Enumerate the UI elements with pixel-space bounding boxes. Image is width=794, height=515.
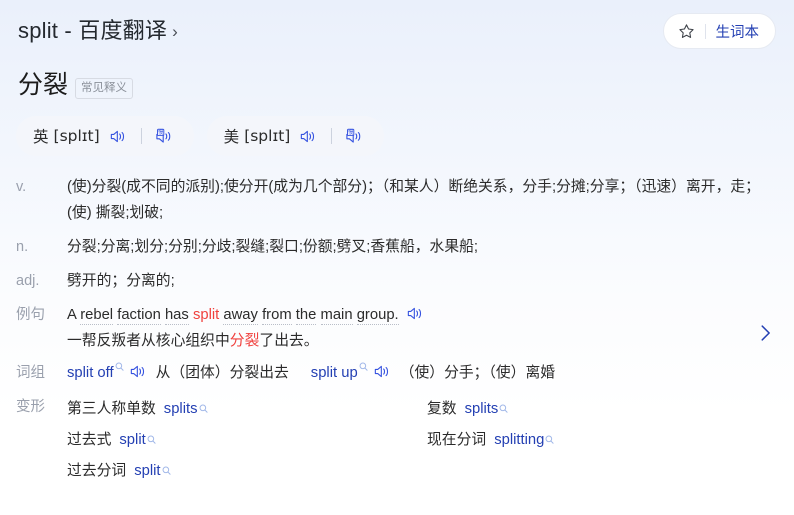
inflection-name: 现在分词 [427,432,487,448]
entry-body: v. (使)分裂(成不同的派别);使分开(成为几个部分)；（和某人）断绝关系，分… [16,174,778,489]
example-word: away [223,307,258,325]
example-word: main [320,307,353,325]
definition-row-adj: adj. 劈开的；分离的; [16,268,778,294]
chevron-right-icon: › [172,22,178,41]
inflection-name: 第三人称单数 [67,401,156,417]
vocab-button-divider [704,23,706,39]
search-icon[interactable] [162,466,171,475]
definition-text-v: (使)分裂(成不同的派别);使分开(成为几个部分)；（和某人）断绝关系，分手;分… [67,179,760,221]
example-word: the [295,307,317,325]
example-cn-highlight: 分裂 [229,333,260,349]
definition-text-adj: 劈开的；分离的; [67,273,175,289]
common-meaning-badge: 常见释义 [75,78,134,99]
headword-row: 分裂 常见释义 [18,70,134,101]
pos-label-adj: adj. [16,273,40,289]
slow-speaker-icon[interactable]: 慢 [345,127,367,146]
example-row: 例句 A rebel faction has split away from t… [16,302,778,354]
phonetic-pill-us[interactable]: 美 [splɪt] 慢 [206,116,385,156]
phonetic-ipa-us: [splɪt] [244,127,291,145]
speaker-icon[interactable] [129,363,148,380]
example-label: 例句 [16,307,45,323]
phonetic-lang-uk: 英 [33,129,49,146]
inflection-value[interactable]: split [134,456,160,487]
inflections-row: 变形 第三人称单数 splits 复数 splits 过去式 split 现在分词 split… [16,394,778,487]
phrase-meaning-split-off: 从（团体）分裂出去 [155,365,289,381]
speaker-icon[interactable] [299,128,318,145]
baidu-translate-result-card: split - 百度翻译 › 生词本 分裂 常见释义 英 [splɪt] 慢 美… [0,0,794,515]
search-icon[interactable] [359,362,368,371]
inflection-line: 过去式 split 现在分词 splitting [67,425,778,456]
search-icon[interactable] [147,435,156,444]
example-word: split [192,307,220,323]
search-icon[interactable] [545,435,554,444]
example-cn-after: 了出去。 [259,333,319,349]
definition-row-n: n. 分裂;分离;划分;分别;分歧;裂缝;裂口;份额;劈叉;香蕉船，水果船; [16,234,778,260]
phrases-row: 词组 split off 从（团体）分裂出去 split up （使）分手；（使… [16,360,778,386]
phrases-line: split off 从（团体）分裂出去 split up （使）分手；（使）离婚 [67,360,778,386]
phonetic-lang-us: 美 [223,129,240,146]
inflection-value[interactable]: splits [465,394,499,425]
inflections-label: 变形 [16,399,45,415]
search-icon[interactable] [115,362,124,371]
inflections-grid: 第三人称单数 splits 复数 splits 过去式 split 现在分词 splittin… [67,394,778,487]
speaker-icon[interactable] [406,305,425,322]
inflection-name: 过去式 [67,432,112,448]
phonetic-pill-uk[interactable]: 英 [splɪt] 慢 [16,116,194,156]
phonetic-divider-us [331,128,333,144]
inflection-value[interactable]: splits [164,394,198,425]
example-word: from [262,307,292,325]
headword-text: 分裂 [18,71,69,99]
search-icon[interactable] [199,404,208,413]
phrase-term-split-off[interactable]: split off [67,365,114,381]
definition-row-v: v. (使)分裂(成不同的派别);使分开(成为几个部分)；（和某人）断绝关系，分… [16,174,778,226]
phrase-meaning-split-up: （使）分手；（使）离婚 [399,365,556,381]
inflection-name: 过去分词 [67,463,127,479]
page-title[interactable]: split - 百度翻译 › [18,16,178,48]
example-word: faction [117,307,161,325]
inflection-cell: 现在分词 splitting [427,425,554,456]
definition-text-n: 分裂;分离;划分;分别;分歧;裂缝;裂口;份额;劈叉;香蕉船，水果船; [67,239,479,255]
phrase-term-split-up[interactable]: split up [311,365,358,381]
example-sentence-cn: 一帮反叛者从核心组织中分裂了出去。 [67,328,778,354]
inflection-value[interactable]: split [119,425,145,456]
vocab-book-label: 生词本 [715,24,760,41]
example-sentence-en-words: A rebel faction has split away from the … [67,307,399,325]
example-word: A [67,307,77,323]
inflection-cell: 过去分词 split [67,456,427,487]
page-title-text: split - 百度翻译 [18,18,168,43]
phrases-label: 词组 [16,365,45,381]
card-header: split - 百度翻译 › 生词本 [0,0,794,62]
inflection-cell: 复数 splits [427,394,508,425]
inflection-value[interactable]: splitting [494,425,544,456]
pos-label-n: n. [16,239,29,255]
example-word: has [164,307,189,325]
pos-label-v: v. [16,179,27,195]
slow-speaker-icon[interactable]: 慢 [155,127,177,146]
example-cn-before: 一帮反叛者从核心组织中 [67,333,230,349]
vocab-book-button[interactable]: 生词本 [662,13,776,49]
example-sentence-en: A rebel faction has split away from the … [67,302,778,328]
phonetic-ipa-uk: [splɪt] [53,127,100,145]
chevron-right-icon[interactable] [754,322,776,344]
search-icon[interactable] [499,404,508,413]
speaker-icon[interactable] [109,128,128,145]
inflection-line: 过去分词 split [67,456,778,487]
example-word: rebel [80,307,114,325]
phonetic-bar: 英 [splɪt] 慢 美 [splɪt] 慢 [16,116,385,156]
example-word: group. [356,307,399,325]
inflection-line: 第三人称单数 splits 复数 splits [67,394,778,425]
phonetic-divider-uk [140,128,142,144]
speaker-icon[interactable] [373,363,392,380]
star-icon [678,23,694,38]
inflection-cell: 第三人称单数 splits [67,394,427,425]
inflection-cell: 过去式 split [67,425,427,456]
inflection-name: 复数 [427,401,457,417]
